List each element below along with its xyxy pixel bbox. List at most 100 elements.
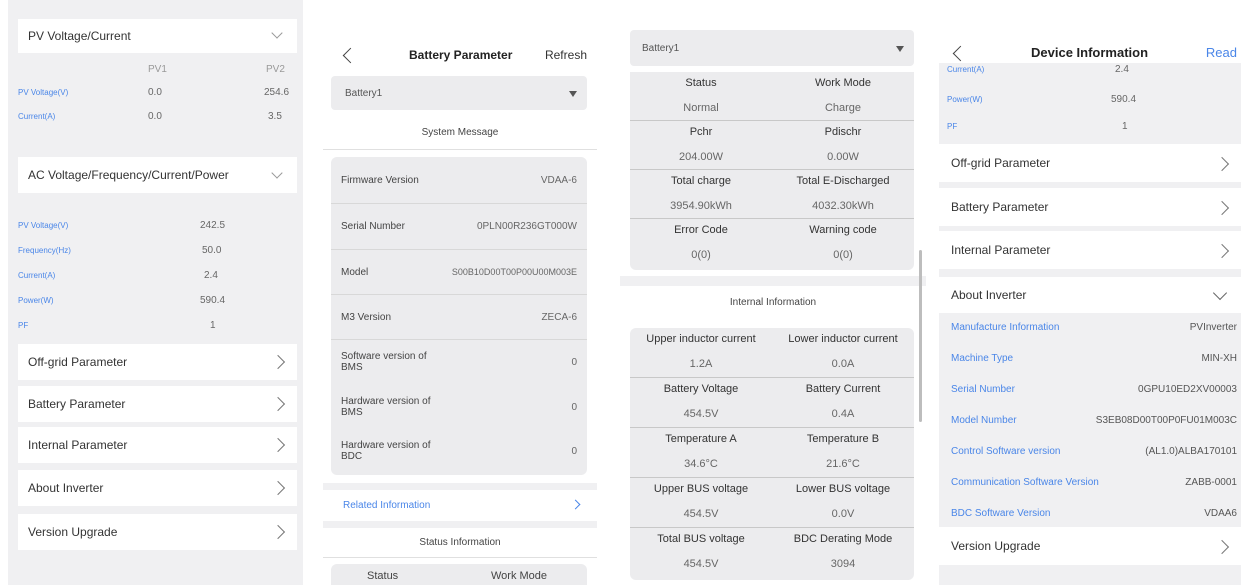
ac-section-header[interactable]: AC Voltage/Frequency/Current/Power bbox=[18, 157, 297, 193]
grid-value: 4032.30kWh bbox=[812, 199, 874, 212]
chevron-right-icon bbox=[270, 437, 286, 453]
chevron-right-icon bbox=[1214, 539, 1230, 555]
grid-value: 1.2A bbox=[689, 358, 713, 370]
menu-version[interactable]: Version Upgrade bbox=[18, 514, 297, 550]
ac-row-label: Frequency(Hz) bbox=[18, 245, 71, 255]
grid-value: 0(0) bbox=[691, 248, 711, 261]
scrollbar[interactable] bbox=[919, 250, 922, 422]
about-list: Manufacture Information PVInverter Machin… bbox=[939, 313, 1241, 527]
divider bbox=[630, 427, 914, 428]
info-row: Hardware version of BDC 0 bbox=[331, 429, 587, 473]
grid-value: 454.5V bbox=[683, 508, 719, 520]
grid-label: Lower inductor current bbox=[788, 333, 898, 345]
about-label: Serial Number bbox=[951, 383, 1015, 395]
divider bbox=[323, 483, 597, 490]
read-button[interactable]: Read bbox=[1206, 45, 1237, 60]
info-value: 0 bbox=[571, 356, 577, 368]
info-value: VDAA-6 bbox=[540, 174, 577, 186]
about-value: MIN-XH bbox=[1201, 352, 1237, 364]
about-value: (AL1.0)ALBA170101 bbox=[1145, 445, 1237, 457]
work-mode-label: Work Mode bbox=[491, 570, 548, 582]
pv-row: Current(A) 0.0 3.5 bbox=[18, 108, 297, 124]
info-label: Software version of BMS bbox=[341, 351, 427, 373]
pv-row-v1: 0.0 bbox=[148, 110, 162, 122]
menu-internal[interactable]: Internal Parameter bbox=[939, 231, 1241, 269]
chevron-right-icon bbox=[570, 499, 581, 510]
ac-row-label: PV Voltage(V) bbox=[18, 220, 69, 230]
about-inverter-header[interactable]: About Inverter bbox=[939, 277, 1241, 313]
grid-value: 0(0) bbox=[833, 248, 853, 261]
divider bbox=[630, 218, 914, 219]
menu-version-upgrade[interactable]: Version Upgrade bbox=[939, 527, 1241, 565]
info-label: Hardware version of BMS bbox=[341, 396, 431, 418]
about-inverter-label: About Inverter bbox=[951, 288, 1027, 302]
battery-select[interactable]: Battery1 bbox=[630, 30, 914, 66]
ac-row-value: 590.4 bbox=[200, 294, 226, 306]
back-arrow-icon[interactable] bbox=[952, 45, 969, 62]
menu-battery[interactable]: Battery Parameter bbox=[18, 386, 297, 422]
chevron-right-icon bbox=[270, 396, 286, 412]
grid-value: 454.5V bbox=[683, 558, 719, 570]
grid-label: Pchr bbox=[689, 126, 713, 138]
gray-spacer bbox=[620, 276, 926, 286]
divider bbox=[323, 521, 597, 528]
pv-section-title: PV Voltage/Current bbox=[28, 29, 131, 43]
about-label: Control Software version bbox=[951, 445, 1061, 457]
menu-label: Internal Parameter bbox=[28, 438, 128, 452]
chevron-right-icon bbox=[1214, 200, 1230, 216]
chevron-right-icon bbox=[1214, 156, 1230, 172]
about-row: BDC Software Version VDAA6 bbox=[939, 503, 1241, 523]
menu-label: Off-grid Parameter bbox=[28, 355, 128, 369]
chevron-right-icon bbox=[270, 524, 286, 540]
pv-row-v1: 0.0 bbox=[148, 86, 162, 98]
back-arrow-icon[interactable] bbox=[342, 47, 359, 64]
grid-label: Pdischr bbox=[824, 126, 862, 138]
chevron-right-icon bbox=[270, 480, 286, 496]
menu-label: About Inverter bbox=[28, 481, 104, 495]
pv-section-header[interactable]: PV Voltage/Current bbox=[18, 19, 297, 53]
ac-row-value: 242.5 bbox=[200, 219, 226, 231]
grid-value: 0.00W bbox=[827, 150, 859, 163]
menu-off-grid[interactable]: Off-grid Parameter bbox=[18, 344, 297, 380]
info-label: Model bbox=[341, 266, 369, 278]
battery-select[interactable]: Battery1 bbox=[331, 76, 587, 110]
menu-internal[interactable]: Internal Parameter bbox=[18, 427, 297, 463]
menu-off-grid[interactable]: Off-grid Parameter bbox=[939, 144, 1241, 182]
chevron-down-icon bbox=[271, 27, 283, 39]
grid-label: Total BUS voltage bbox=[657, 533, 745, 545]
page-title: Device Information bbox=[1031, 45, 1149, 60]
grid-label: Warning code bbox=[809, 224, 877, 236]
about-row: Communication Software Version ZABB-0001 bbox=[939, 472, 1241, 492]
divider bbox=[323, 149, 597, 150]
about-label: Communication Software Version bbox=[951, 476, 1099, 488]
menu-battery[interactable]: Battery Parameter bbox=[939, 188, 1241, 226]
about-row: Machine Type MIN-XH bbox=[939, 348, 1241, 368]
grid-label: Upper inductor current bbox=[646, 333, 756, 345]
ac-row: PV Voltage(V) 242.5 bbox=[18, 215, 297, 235]
related-information-link[interactable]: Related Information bbox=[323, 494, 597, 516]
about-label: Manufacture Information bbox=[951, 321, 1060, 333]
grid-label: Battery Voltage bbox=[663, 383, 739, 395]
ac-row-value: 2.4 bbox=[204, 269, 218, 281]
about-label: Model Number bbox=[951, 414, 1017, 426]
grid-label: Battery Current bbox=[805, 383, 881, 395]
grid-label: Error Code bbox=[674, 224, 728, 236]
divider bbox=[630, 477, 914, 478]
value-row: Current(A) 2.4 bbox=[939, 63, 1241, 75]
grid-value: 21.6°C bbox=[826, 458, 860, 470]
pv-row-v2: 254.6 bbox=[264, 86, 290, 98]
ac-row-value: 1 bbox=[210, 319, 216, 331]
about-row: Control Software version (AL1.0)ALBA17010… bbox=[939, 441, 1241, 461]
menu-about[interactable]: About Inverter bbox=[18, 470, 297, 506]
ac-row: Current(A) 2.4 bbox=[18, 265, 297, 285]
grid-value: 454.5V bbox=[683, 408, 719, 420]
info-row: Model S00B10D00T00P00U00M003E bbox=[331, 250, 587, 294]
battery-select-value: Battery1 bbox=[345, 88, 383, 99]
grid-value: Charge bbox=[824, 101, 862, 114]
divider bbox=[323, 557, 597, 558]
info-label: Hardware version of BDC bbox=[341, 440, 431, 462]
refresh-button[interactable]: Refresh bbox=[545, 48, 587, 62]
status-card: Status Work Mode bbox=[331, 564, 587, 585]
grid-value: 3954.90kWh bbox=[670, 199, 732, 212]
pv-row-label: PV Voltage(V) bbox=[18, 87, 69, 97]
